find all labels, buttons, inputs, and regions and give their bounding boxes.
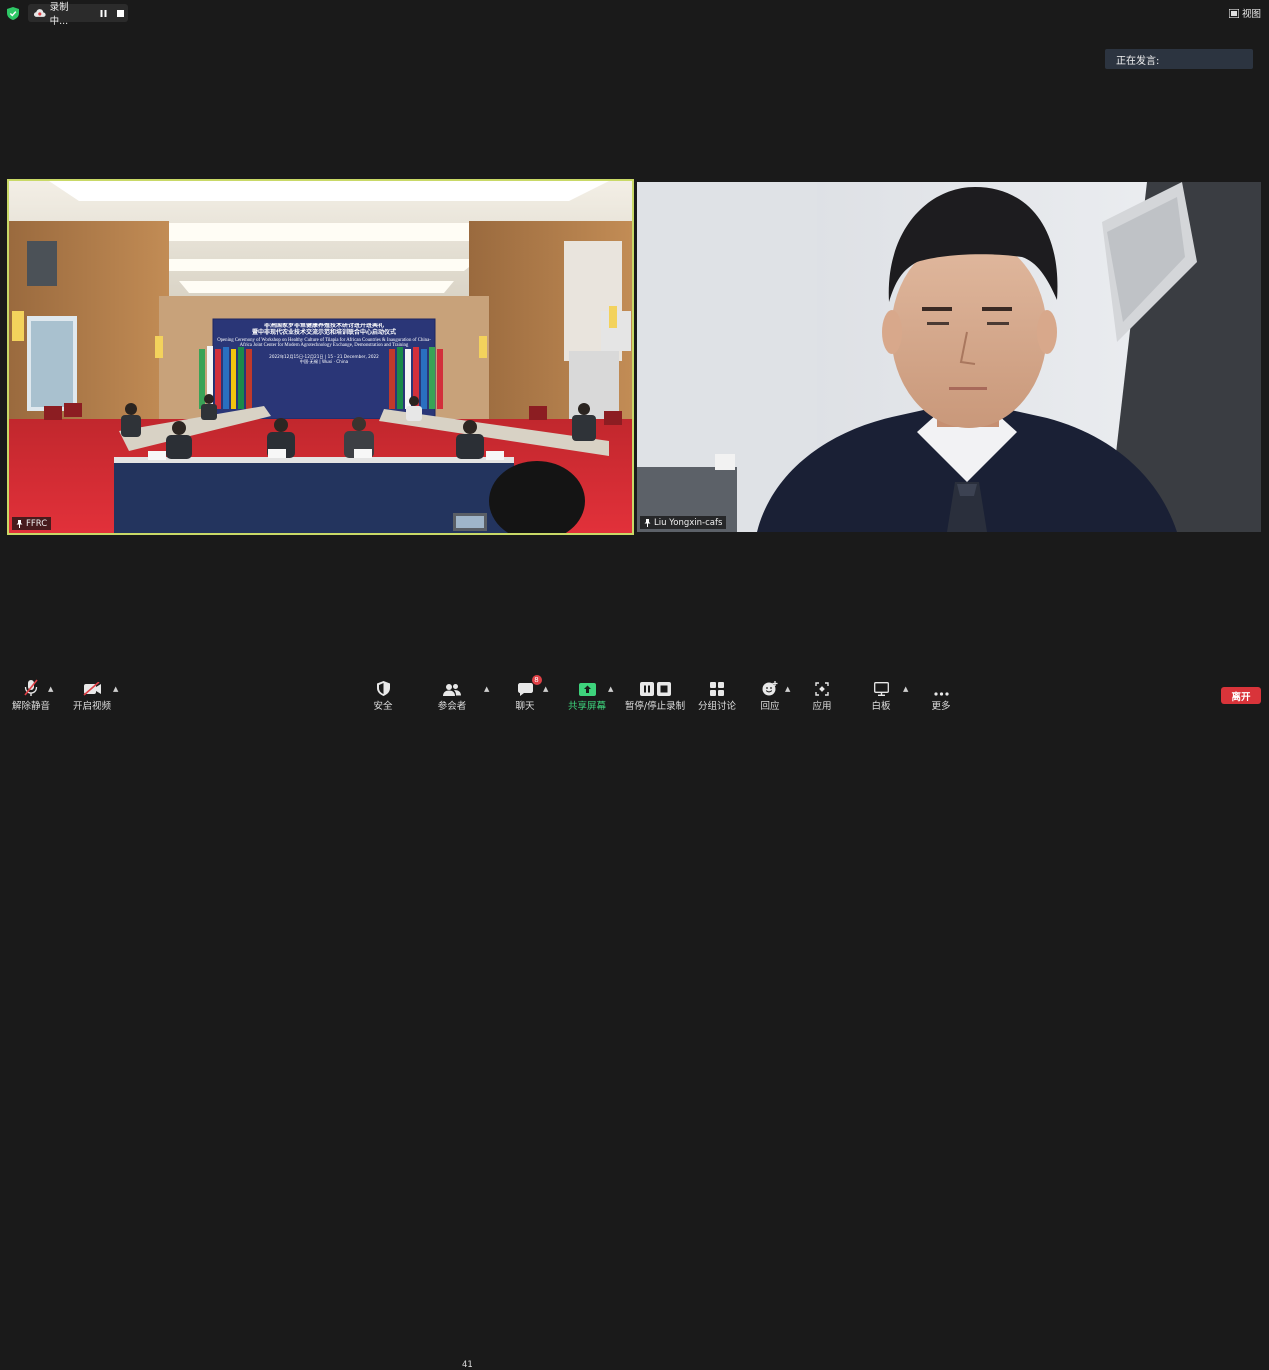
breakout-rooms-button[interactable]: 分组讨论 [698, 676, 736, 712]
banner-text-block: 非洲国家罗非鱼健康养殖技术研讨班开班典礼 暨中非现代农业技术交流示范和培训联合中… [215, 323, 433, 417]
start-video-label: 开启视频 [72, 701, 111, 712]
stop-icon [117, 9, 125, 17]
participant-webcam-video [637, 182, 1261, 532]
whiteboard-icon [873, 682, 889, 696]
banner-title-cn-2: 暨中非现代农业技术交流示范和培训联合中心启动仪式 [251, 328, 396, 336]
share-screen-icon [578, 683, 596, 696]
security-label: 安全 [373, 701, 393, 712]
more-button[interactable]: 更多 [929, 676, 953, 712]
participant-name-tag: Liu Yongxin-cafs [640, 516, 727, 529]
reactions-button[interactable]: 回应 [758, 676, 782, 712]
view-label: 视图 [1241, 9, 1261, 20]
unmute-button[interactable]: 解除静音 [10, 676, 52, 712]
apps-button[interactable]: 应用 [810, 676, 834, 712]
video-options-caret[interactable]: ▲ [113, 685, 118, 693]
participants-button[interactable]: 参会者 [436, 676, 468, 712]
pause-stop-icon [639, 682, 671, 696]
apps-label: 应用 [812, 701, 832, 712]
participants-icon [443, 684, 461, 696]
video-tile-liu-yongxin[interactable]: Liu Yongxin-cafs [637, 182, 1261, 532]
pause-stop-recording-button[interactable]: 暂停/停止录制 [624, 676, 686, 712]
pause-recording-button[interactable] [96, 6, 111, 21]
whiteboard-button[interactable]: 白板 [869, 676, 893, 712]
meeting-toolbar: 解除静音 ▲ 开启视频 ▲ 安全 参会者 41 ▲ 8 聊天 ▲ 共享屏幕 ▲ … [0, 675, 1269, 1370]
audio-options-caret[interactable]: ▲ [48, 685, 53, 693]
smiley-plus-icon [762, 681, 778, 696]
unmute-label: 解除静音 [11, 701, 50, 712]
participant-name-tag: FFRC [12, 517, 52, 530]
grid-view-icon [1228, 8, 1239, 18]
more-label: 更多 [931, 701, 951, 712]
banner-place: 中国·无锡 | Wuxi · China [299, 358, 349, 364]
participant-name: FFRC [26, 518, 48, 529]
stop-recording-button[interactable] [113, 6, 128, 21]
pause-icon [100, 9, 107, 17]
video-tile-ffrc[interactable]: 非洲国家罗非鱼健康养殖技术研讨班开班典礼 暨中非现代农业技术交流示范和培训联合中… [7, 179, 634, 535]
shield-icon [376, 681, 390, 696]
participants-label: 参会者 [437, 701, 467, 712]
chat-label: 聊天 [515, 701, 535, 712]
apps-icon [815, 682, 829, 696]
microphone-muted-icon [24, 679, 38, 696]
participant-name: Liu Yongxin-cafs [654, 517, 723, 528]
recording-status-text: 录制中... [49, 2, 69, 27]
recording-indicator[interactable]: 录制中... [28, 2, 128, 27]
security-button[interactable]: 安全 [370, 676, 396, 712]
view-button[interactable]: 视图 [1228, 5, 1261, 21]
speaking-indicator: 正在发言: [1105, 49, 1253, 69]
more-dots-icon [933, 692, 949, 696]
breakout-rooms-icon [710, 682, 724, 696]
pause-stop-recording-label: 暂停/停止录制 [624, 701, 686, 712]
security-shield-icon [7, 7, 19, 20]
pin-icon [644, 518, 651, 527]
pin-icon [16, 519, 23, 528]
speaking-label: 正在发言: [1116, 55, 1160, 67]
participants-options-caret[interactable]: ▲ [484, 685, 489, 693]
chat-bubble-icon [517, 683, 533, 696]
camera-off-icon [82, 682, 101, 696]
banner-title-en: Opening Ceremony of Workshop on Healthy … [217, 337, 431, 349]
breakout-rooms-label: 分组讨论 [698, 701, 737, 712]
leave-meeting-button[interactable]: 离开 [1221, 687, 1261, 704]
reactions-label: 回应 [760, 701, 780, 712]
whiteboard-options-caret[interactable]: ▲ [903, 685, 908, 693]
reactions-options-caret[interactable]: ▲ [785, 685, 790, 693]
cloud-recording-icon [34, 9, 46, 17]
share-screen-button[interactable]: 共享屏幕 [568, 676, 606, 712]
start-video-button[interactable]: 开启视频 [70, 676, 114, 712]
participants-count: 41 [462, 1360, 473, 1370]
whiteboard-label: 白板 [871, 701, 891, 712]
chat-unread-badge: 8 [531, 675, 542, 685]
chat-button[interactable]: 8 聊天 [513, 675, 542, 712]
chat-options-caret[interactable]: ▲ [543, 685, 548, 693]
share-options-caret[interactable]: ▲ [608, 685, 613, 693]
share-screen-label: 共享屏幕 [568, 701, 607, 712]
